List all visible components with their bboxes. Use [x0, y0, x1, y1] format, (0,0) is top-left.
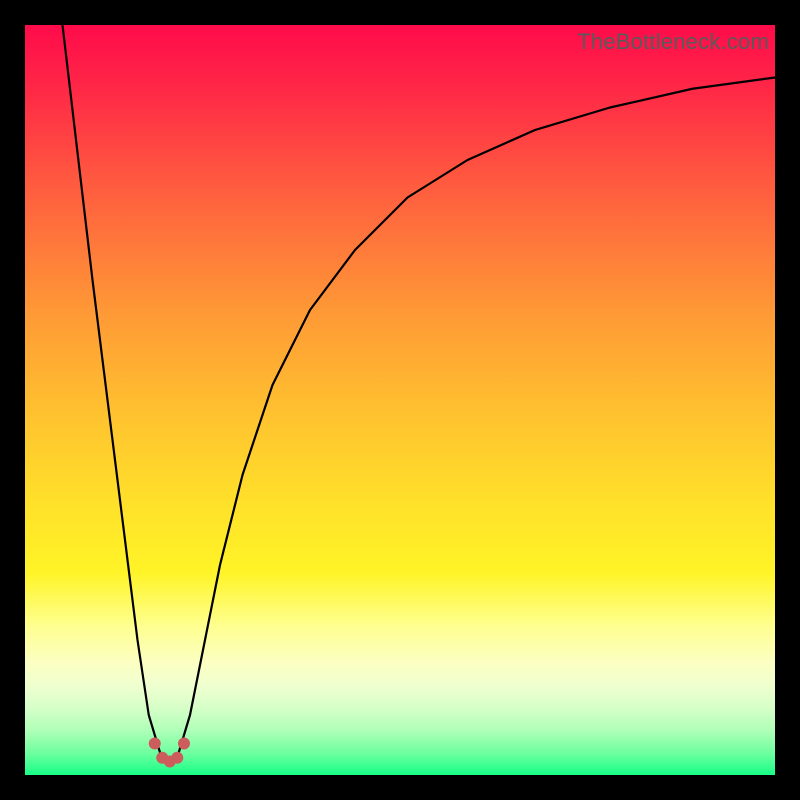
marker-group — [149, 738, 190, 768]
highlight-marker — [149, 738, 161, 750]
plot-area: TheBottleneck.com — [25, 25, 775, 775]
chart-svg — [25, 25, 775, 775]
bottleneck-curve — [63, 25, 776, 760]
chart-frame: TheBottleneck.com — [0, 0, 800, 800]
highlight-marker — [178, 738, 190, 750]
highlight-marker — [171, 752, 183, 764]
